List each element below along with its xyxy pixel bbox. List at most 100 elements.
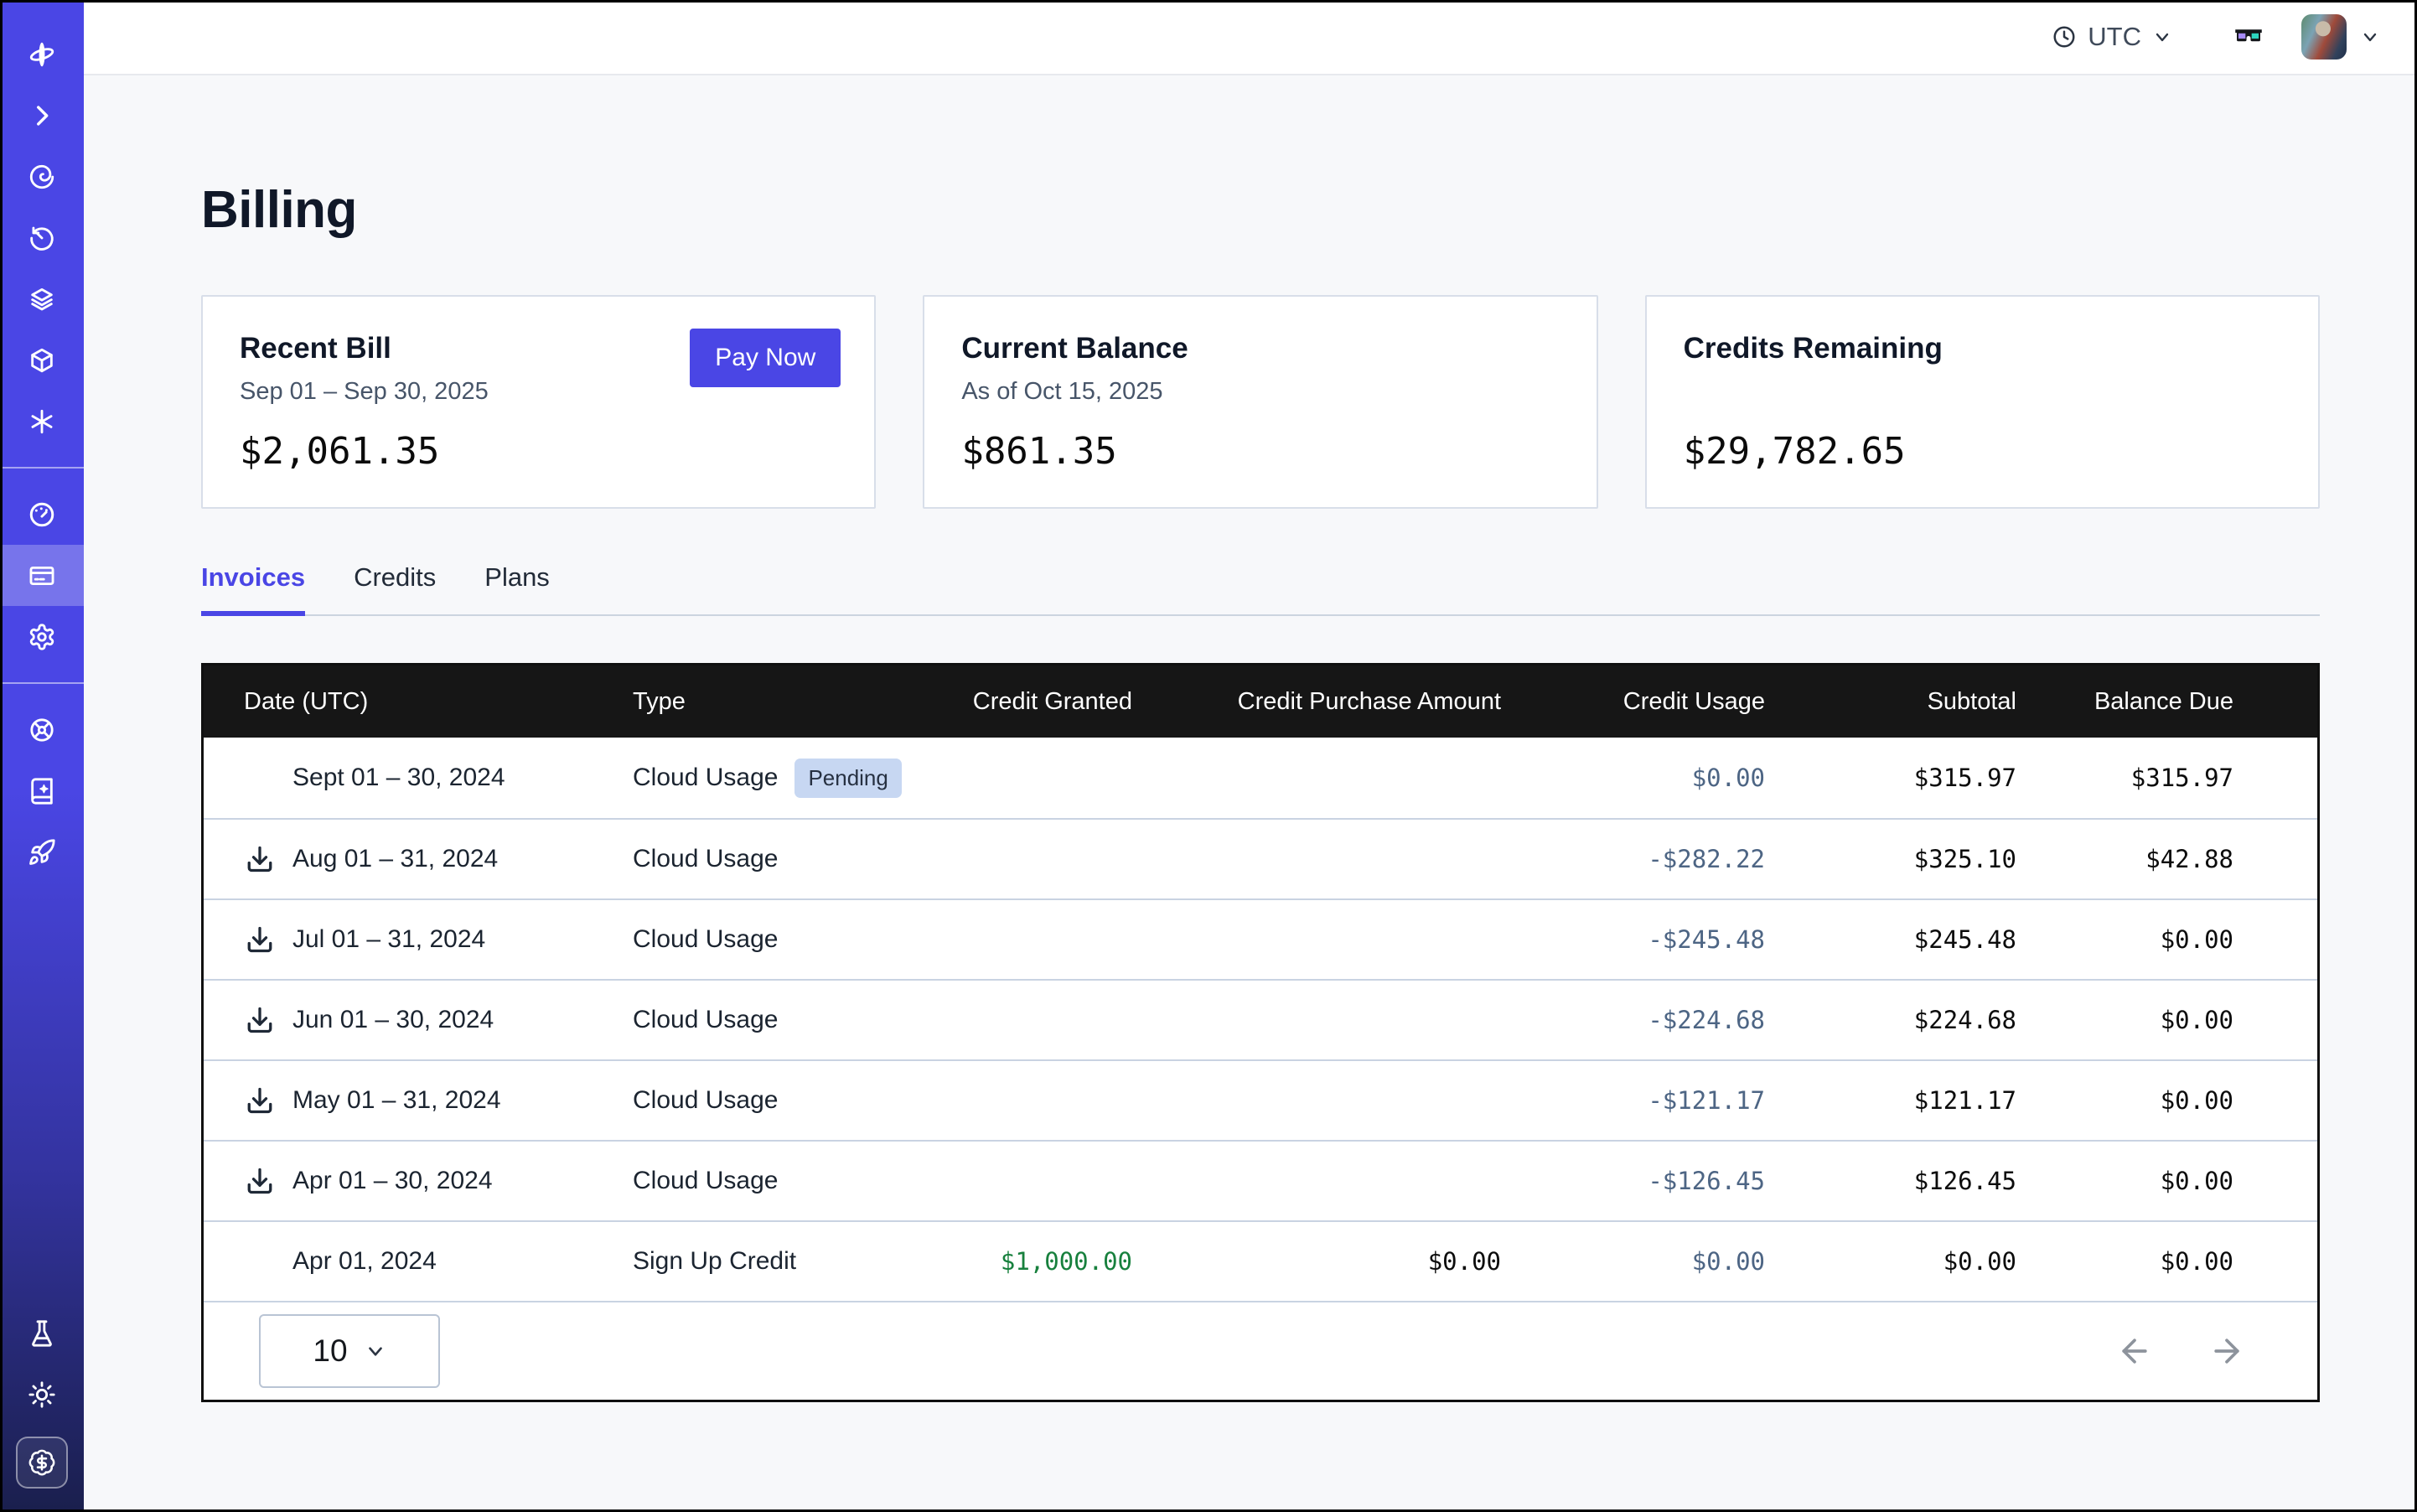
sidebar-item-orbit-logo[interactable] [0,23,84,85]
subtotal-value: $126.45 [1775,1167,2026,1195]
card-subtitle [1684,378,2281,406]
topbar: UTC [84,0,2417,75]
sidebar-item-history-clock[interactable] [0,207,84,268]
date-cell: Sept 01 – 30, 2024 [204,762,623,794]
type-cell: Sign Up Credit [623,1247,924,1276]
invoice-date: Sept 01 – 30, 2024 [292,764,505,792]
invoice-date: Jul 01 – 31, 2024 [292,925,485,954]
table-row: Jul 01 – 31, 2024 Cloud Usage -$245.48 $… [204,898,2317,979]
page-title: Billing [201,180,2320,240]
tab-invoices[interactable]: Invoices [201,562,305,616]
invoice-type: Cloud Usage [633,845,778,873]
invoice-date: Apr 01, 2024 [292,1247,437,1276]
subtotal-value: $224.68 [1775,1006,2026,1034]
tab-credits[interactable]: Credits [354,562,436,616]
column-header-credit-purchase-amount: Credit Purchase Amount [1142,688,1511,716]
sidebar-item-gear[interactable] [0,606,84,667]
invoice-type: Sign Up Credit [633,1247,796,1276]
sidebar-item-sun[interactable] [0,1364,84,1425]
3d-glasses-icon[interactable] [2231,19,2266,54]
subtotal-value: $325.10 [1775,845,2026,873]
sidebar-divider [0,682,84,684]
invoice-type: Cloud Usage [633,925,778,954]
table-row: May 01 – 31, 2024 Cloud Usage -$121.17 $… [204,1059,2317,1140]
summary-cards: Recent Bill Sep 01 – Sep 30, 2025 $2,061… [201,295,2320,509]
date-cell: May 01 – 31, 2024 [204,1085,623,1116]
invoice-type: Cloud Usage [633,1006,778,1034]
sidebar-divider [0,467,84,469]
type-cell: Cloud Usage [623,1006,924,1034]
sidebar-item-spiral-eye[interactable] [0,146,84,207]
chevron-down-icon [365,1340,386,1362]
sidebar-item-asterisk[interactable] [0,391,84,452]
balance-due-value: $0.00 [2026,925,2317,954]
avatar[interactable] [2301,14,2347,60]
subtotal-value: $315.97 [1775,764,2026,792]
balance-due-value: $0.00 [2026,1247,2317,1276]
card-title: Current Balance [961,332,1559,365]
sidebar-item-flask[interactable] [0,1302,84,1364]
table-header: Date (UTC) Type Credit Granted Credit Pu… [204,665,2317,738]
download-invoice-button[interactable] [244,843,276,875]
download-invoice-button[interactable] [244,924,276,955]
next-page-button[interactable] [2208,1333,2245,1370]
date-cell: Aug 01 – 31, 2024 [204,843,623,875]
credit-usage-value: $0.00 [1511,1247,1775,1276]
column-header-balance-due: Balance Due [2026,688,2317,716]
sidebar-item-cube[interactable] [0,329,84,391]
current-balance-card: Current Balance As of Oct 15, 2025 $861.… [923,295,1597,509]
sidebar-item-chevron-right[interactable] [0,85,84,146]
tab-plans[interactable]: Plans [484,562,550,616]
subtotal-value: $0.00 [1775,1247,2026,1276]
credits-remaining-amount: $29,782.65 [1684,430,2281,473]
download-invoice-button[interactable] [244,1004,276,1036]
credit-usage-value: $0.00 [1511,764,1775,792]
pay-now-button[interactable]: Pay Now [690,329,841,387]
clock-icon [2052,24,2077,49]
timezone-selector[interactable]: UTC [2052,22,2172,52]
subtotal-value: $245.48 [1775,925,2026,954]
column-header-subtotal: Subtotal [1775,688,2026,716]
credit-usage-value: -$245.48 [1511,925,1775,954]
user-menu-chevron-icon[interactable] [2360,27,2380,47]
sidebar-item-credit-card[interactable] [0,545,84,606]
column-header-credit-granted: Credit Granted [924,688,1142,716]
page-size-select[interactable]: 10 [259,1314,440,1388]
status-badge: Pending [794,759,901,798]
balance-due-value: $0.00 [2026,1006,2317,1034]
sidebar-item-ship-wheel[interactable] [0,699,84,760]
download-invoice-button[interactable] [244,1085,276,1116]
previous-page-button[interactable] [2116,1333,2153,1370]
main-content: Billing Recent Bill Sep 01 – Sep 30, 202… [84,77,2417,1512]
sidebar-main-items [0,23,84,883]
credit-usage-value: -$224.68 [1511,1006,1775,1034]
recent-bill-card: Recent Bill Sep 01 – Sep 30, 2025 $2,061… [201,295,876,509]
invoice-type: Cloud Usage [633,1167,778,1195]
table-footer: 10 [204,1301,2317,1400]
sidebar-item-gauge[interactable] [0,484,84,545]
credits-badge-button[interactable] [16,1437,68,1489]
table-row: Apr 01 – 30, 2024 Cloud Usage -$126.45 $… [204,1140,2317,1220]
subtotal-value: $121.17 [1775,1086,2026,1115]
sidebar-item-book-sparkle[interactable] [0,760,84,821]
date-cell: Apr 01, 2024 [204,1245,623,1277]
sidebar-spacer [0,883,84,1302]
download-invoice-button[interactable] [244,1165,276,1197]
balance-due-value: $42.88 [2026,845,2317,873]
sidebar-item-layers[interactable] [0,268,84,329]
download-invoice-button [244,1245,276,1277]
invoice-date: Jun 01 – 30, 2024 [292,1006,494,1034]
invoice-date: Apr 01 – 30, 2024 [292,1167,493,1195]
invoice-type: Cloud Usage [633,764,778,792]
page-size-value: 10 [313,1333,347,1369]
type-cell: Cloud Usage [623,1086,924,1115]
table-row: Apr 01, 2024 Sign Up Credit $1,000.00 $0… [204,1220,2317,1301]
invoice-type: Cloud Usage [633,1086,778,1115]
sidebar-bottom-items [0,1302,84,1425]
timezone-label: UTC [2088,22,2141,52]
date-cell: Jun 01 – 30, 2024 [204,1004,623,1036]
credit-purchase-value: $0.00 [1142,1247,1511,1276]
pagination [2116,1333,2245,1370]
balance-due-value: $315.97 [2026,764,2317,792]
sidebar-item-rocket[interactable] [0,821,84,883]
